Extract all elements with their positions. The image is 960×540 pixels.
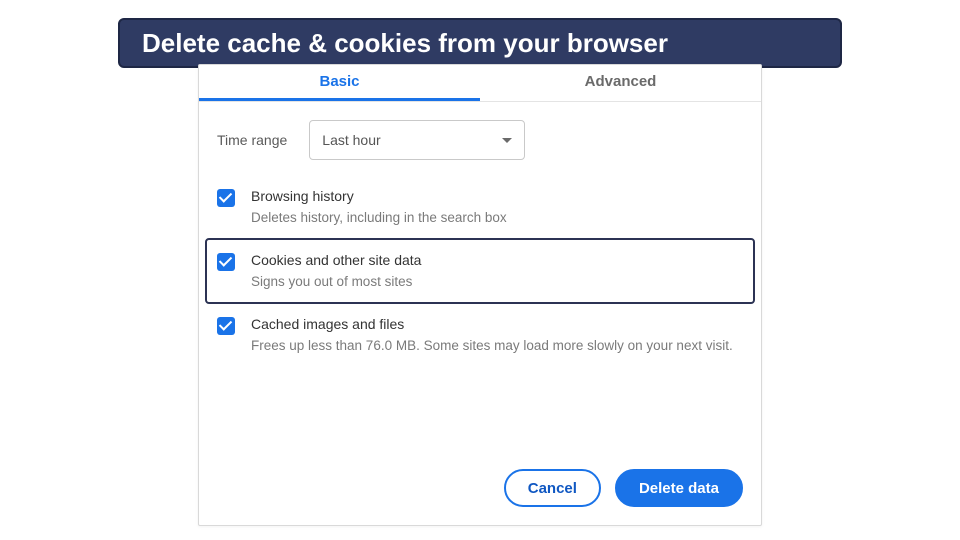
option-text: Cookies and other site data Signs you ou… [251,250,743,292]
options-list: Browsing history Deletes history, includ… [199,176,761,366]
dialog-spacer [199,366,761,455]
tab-advanced-label: Advanced [585,73,657,90]
option-browsing-history[interactable]: Browsing history Deletes history, includ… [207,176,753,238]
dialog-footer: Cancel Delete data [199,455,761,525]
option-title: Browsing history [251,186,743,206]
option-cache[interactable]: Cached images and files Frees up less th… [207,304,753,366]
option-cookies[interactable]: Cookies and other site data Signs you ou… [205,238,755,304]
option-desc: Signs you out of most sites [251,272,743,292]
tab-basic-label: Basic [319,73,359,90]
option-text: Browsing history Deletes history, includ… [251,186,743,228]
time-range-row: Time range Last hour [199,102,761,176]
clear-browsing-data-dialog: Basic Advanced Time range Last hour Brow… [198,64,762,526]
checkbox-cookies[interactable] [217,253,235,271]
delete-data-button-label: Delete data [639,480,719,497]
cancel-button[interactable]: Cancel [504,469,601,507]
dialog-tabs: Basic Advanced [199,65,761,101]
time-range-select[interactable]: Last hour [309,120,525,160]
option-title: Cookies and other site data [251,250,743,270]
tab-basic[interactable]: Basic [199,65,480,101]
chevron-down-icon [502,138,512,143]
banner-text: Delete cache & cookies from your browser [142,28,668,59]
checkbox-browsing-history[interactable] [217,189,235,207]
instruction-banner: Delete cache & cookies from your browser [118,18,842,68]
tab-advanced[interactable]: Advanced [480,65,761,101]
checkbox-cache[interactable] [217,317,235,335]
time-range-value: Last hour [322,132,380,148]
delete-data-button[interactable]: Delete data [615,469,743,507]
option-desc: Deletes history, including in the search… [251,208,743,228]
cancel-button-label: Cancel [528,480,577,497]
option-text: Cached images and files Frees up less th… [251,314,743,356]
option-desc: Frees up less than 76.0 MB. Some sites m… [251,336,743,356]
option-title: Cached images and files [251,314,743,334]
time-range-label: Time range [217,132,287,148]
